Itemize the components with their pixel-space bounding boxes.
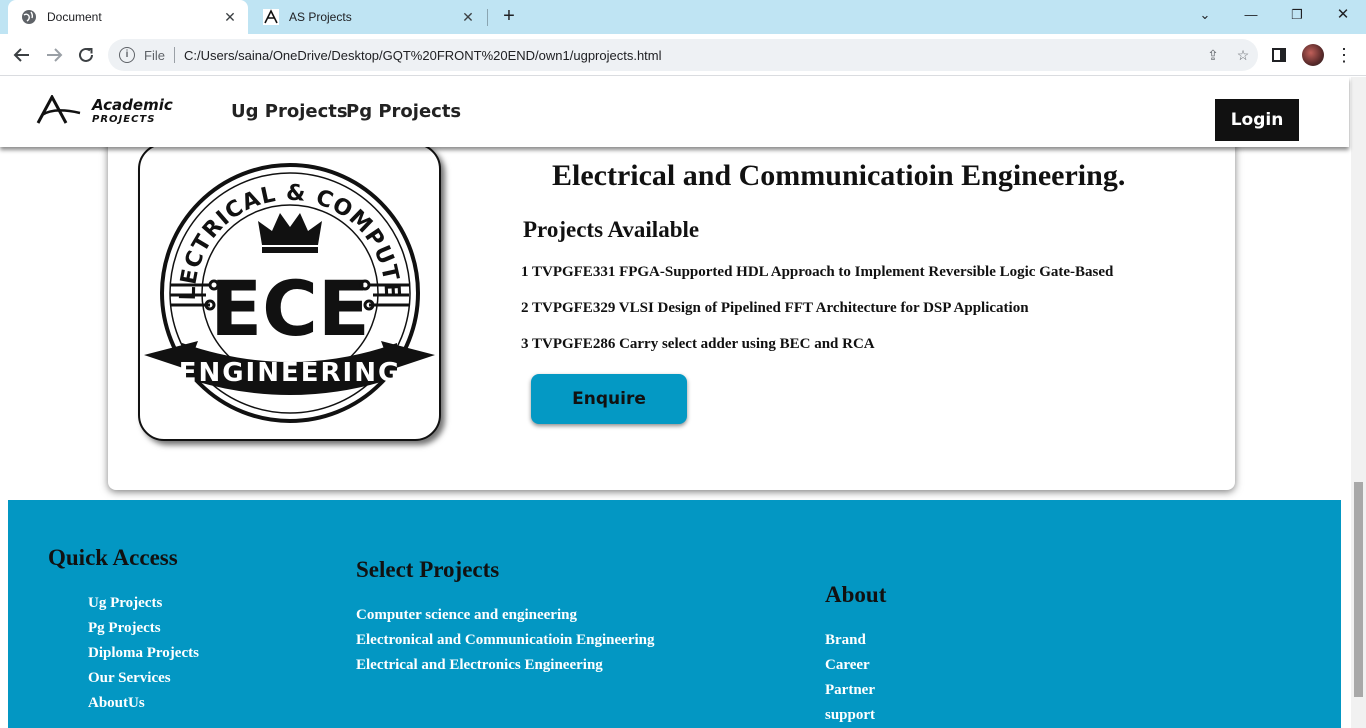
tab-title: Document — [47, 10, 102, 24]
page-scrollbar[interactable] — [1351, 77, 1366, 728]
site-header: Academic PROJECTS Ug Projects Pg Project… — [0, 77, 1349, 147]
footer-link-pg-projects[interactable]: Pg Projects — [88, 620, 161, 637]
page-viewport: Academic PROJECTS Ug Projects Pg Project… — [0, 77, 1366, 728]
footer-link-career[interactable]: Career — [825, 657, 870, 674]
close-tab-icon[interactable]: ✕ — [458, 9, 478, 26]
logo-word-academic: Academic — [91, 96, 173, 114]
logo-word-projects: PROJECTS — [92, 114, 155, 125]
address-url[interactable]: C:/Users/saina/OneDrive/Desktop/GQT%20FR… — [184, 48, 1198, 63]
star-icon[interactable]: ☆ — [1228, 47, 1258, 64]
new-tab-button[interactable]: + — [498, 5, 520, 27]
footer-link-ece[interactable]: Electronical and Communicatioin Engineer… — [356, 632, 654, 649]
tab-document[interactable]: Document ✕ — [8, 0, 248, 34]
restore-icon[interactable]: ❐ — [1274, 0, 1320, 30]
footer-about-heading: About — [825, 582, 887, 607]
footer-quick-access-heading: Quick Access — [48, 545, 178, 570]
close-window-icon[interactable]: ✕ — [1320, 0, 1366, 30]
footer-link-our-services[interactable]: Our Services — [88, 670, 171, 687]
footer-link-partner[interactable]: Partner — [825, 682, 875, 699]
reload-icon[interactable] — [73, 42, 99, 68]
footer-link-diploma-projects[interactable]: Diploma Projects — [88, 645, 199, 662]
tab-as-projects[interactable]: AS Projects ✕ — [250, 0, 486, 34]
site-favicon-icon — [263, 9, 279, 25]
close-tab-icon[interactable]: ✕ — [220, 9, 240, 26]
tab-search-icon[interactable]: ⌄ — [1182, 0, 1228, 30]
address-divider — [173, 47, 175, 63]
footer-link-cse[interactable]: Computer science and engineering — [356, 607, 577, 624]
share-icon[interactable]: ⇪ — [1198, 47, 1228, 64]
footer-link-about-us[interactable]: AboutUs — [88, 695, 145, 712]
globe-icon — [21, 9, 37, 25]
back-arrow-icon[interactable] — [9, 42, 35, 68]
minimize-icon[interactable]: — — [1228, 0, 1274, 30]
address-scheme: File — [144, 47, 165, 63]
enquire-button[interactable]: Enquire — [531, 374, 687, 424]
department-title: Electrical and Communicatioin Engineerin… — [552, 159, 1126, 192]
site-footer: Quick Access Ug Projects Pg Projects Dip… — [8, 500, 1341, 728]
address-bar[interactable]: i File C:/Users/saina/OneDrive/Desktop/G… — [108, 39, 1258, 71]
kebab-menu-icon[interactable]: ⋮ — [1331, 42, 1357, 68]
project-item: 2 TVPGFE329 VLSI Design of Pipelined FFT… — [521, 300, 1029, 316]
site-logo[interactable]: Academic PROJECTS — [36, 93, 206, 127]
footer-link-brand[interactable]: Brand — [825, 632, 866, 649]
info-icon[interactable]: i — [119, 47, 135, 63]
forward-arrow-icon[interactable] — [41, 42, 67, 68]
footer-link-ug-projects[interactable]: Ug Projects — [88, 595, 162, 612]
footer-link-eee[interactable]: Electrical and Electronics Engineering — [356, 657, 603, 674]
ece-logo-image: ELECTRICAL & COMPUTER ECE ENGINEERING — [138, 143, 441, 441]
profile-avatar[interactable] — [1302, 44, 1324, 66]
ece-banner-text: ENGINEERING — [179, 358, 402, 388]
ece-center-text: ECE — [210, 264, 370, 353]
project-item: 3 TVPGFE286 Carry select adder using BEC… — [521, 336, 875, 352]
projects-available-heading: Projects Available — [523, 217, 700, 242]
department-card: ELECTRICAL & COMPUTER ECE ENGINEERING — [108, 117, 1235, 490]
footer-link-support[interactable]: support — [825, 707, 875, 724]
tab-title: AS Projects — [289, 10, 352, 24]
footer-select-projects-heading: Select Projects — [356, 557, 500, 582]
tab-divider — [487, 9, 488, 26]
project-item: 1 TVPGFE331 FPGA-Supported HDL Approach … — [521, 264, 1114, 280]
crown-icon — [258, 213, 322, 245]
side-panel-icon[interactable] — [1266, 42, 1292, 68]
login-button[interactable]: Login — [1215, 99, 1299, 141]
nav-pg-projects[interactable]: Pg Projects — [346, 101, 461, 122]
nav-ug-projects[interactable]: Ug Projects — [231, 101, 348, 122]
browser-toolbar: i File C:/Users/saina/OneDrive/Desktop/G… — [0, 34, 1366, 76]
scrollbar-thumb[interactable] — [1354, 482, 1363, 697]
browser-tab-bar: Document ✕ AS Projects ✕ + ⌄ — ❐ ✕ — [0, 0, 1366, 34]
